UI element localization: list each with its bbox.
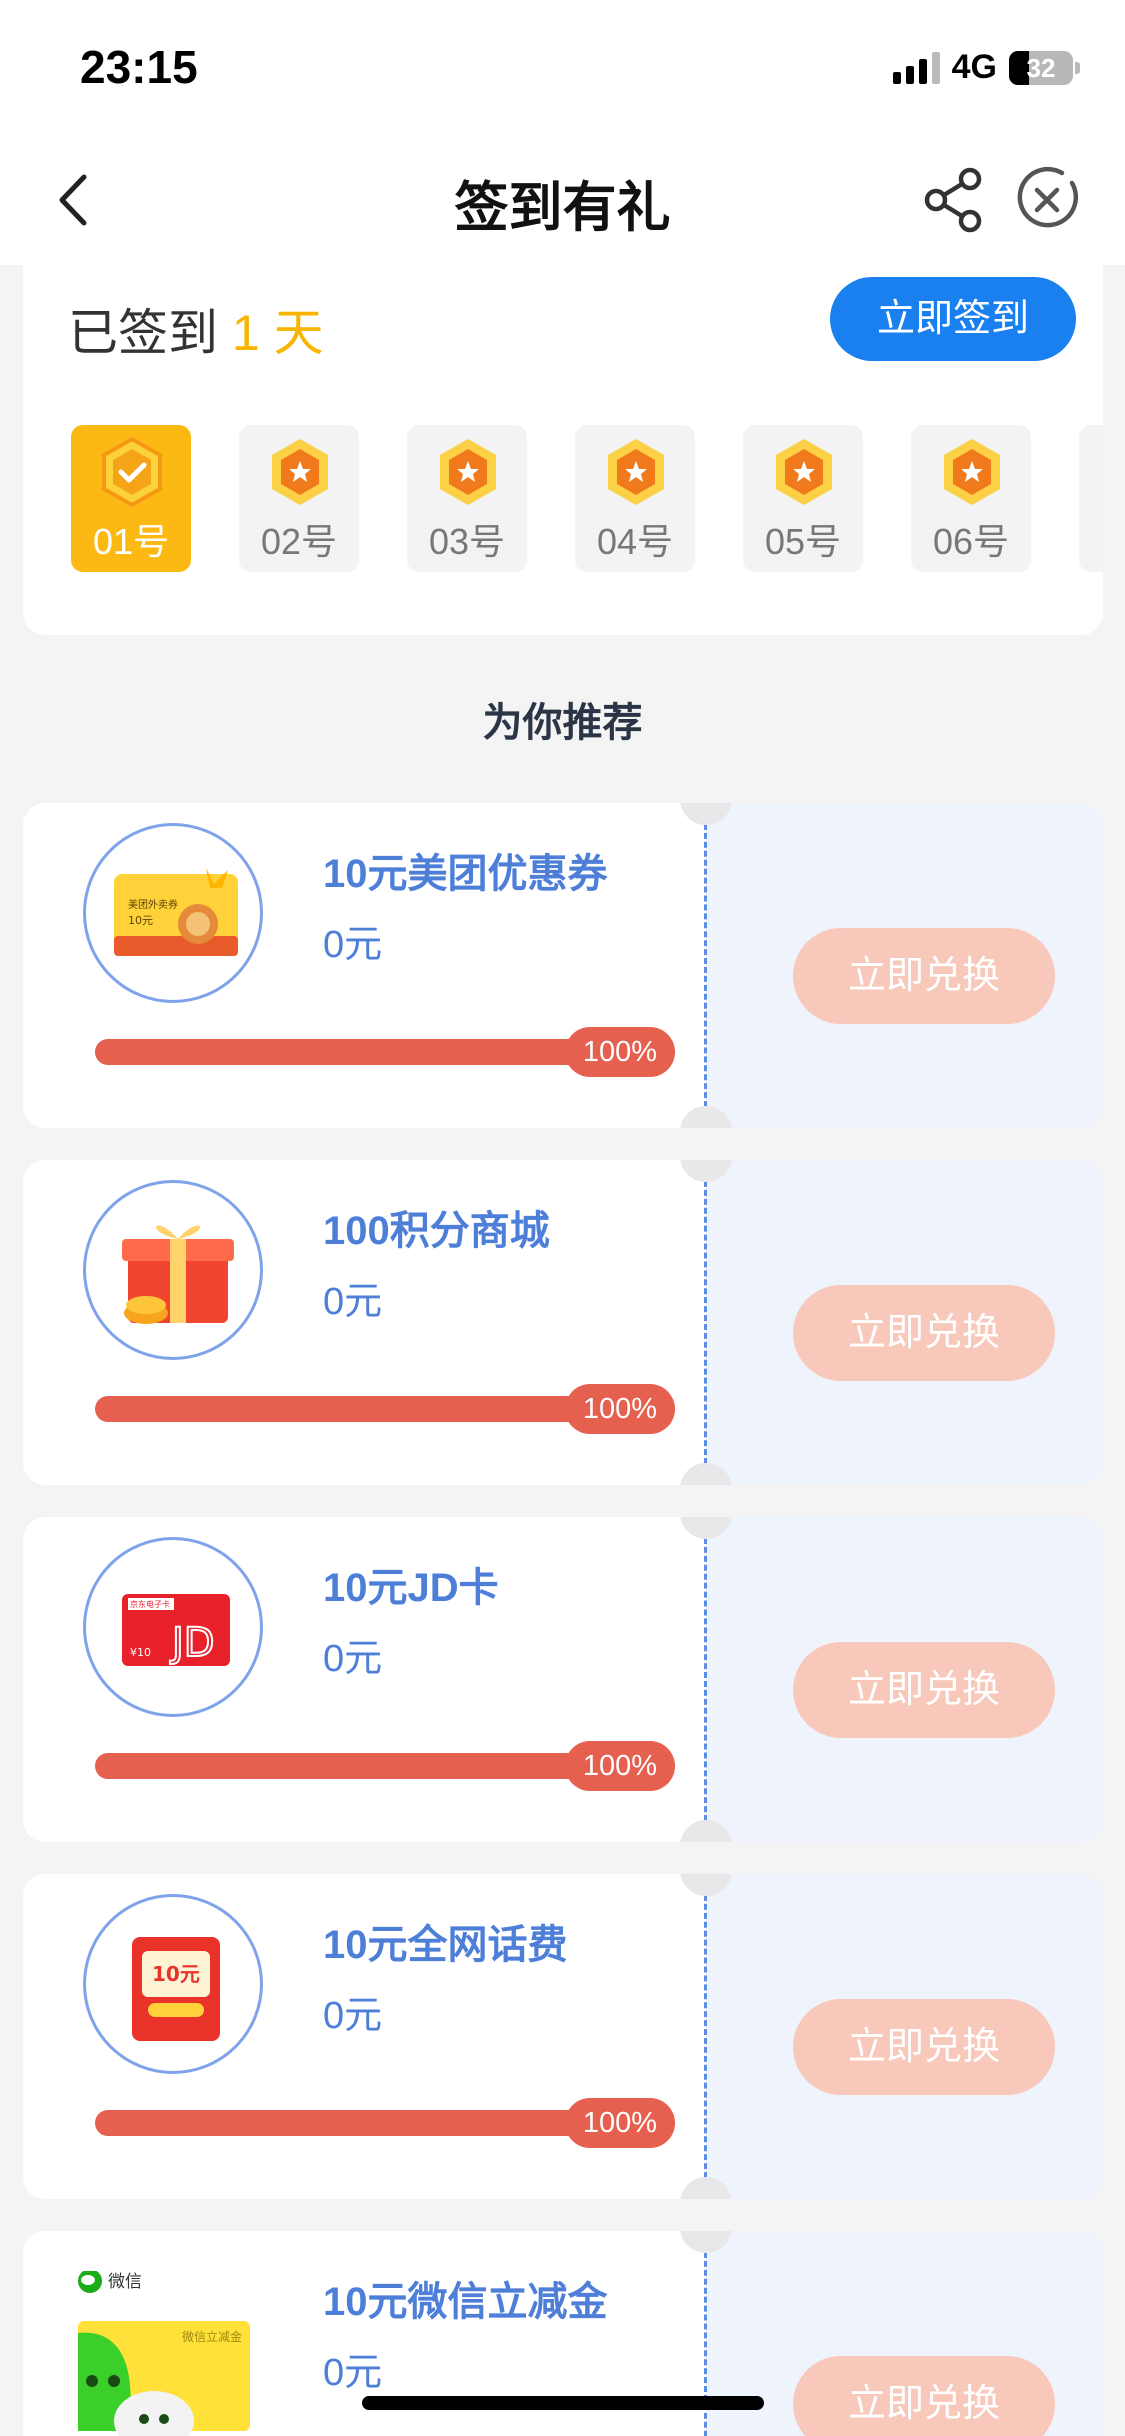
checkin-card: 已签到 1 天 立即签到 01号 02号 03号 04号 05号 06号: [23, 265, 1103, 635]
star-badge-icon: [776, 439, 832, 505]
day-label: 03号: [428, 521, 506, 562]
battery-level: 32: [1026, 52, 1056, 83]
star-badge-icon: [944, 439, 1000, 505]
redeem-button[interactable]: 立即兑换: [793, 2356, 1055, 2436]
status-indicators: 4G 32: [892, 48, 1080, 87]
meituan-coupon-icon: 美团外卖券 10元: [83, 823, 263, 1003]
reward-card: 美团外卖券 10元 10元美团优惠券 0元 100% 立即兑换: [23, 803, 1103, 1128]
wechat-card-text: 微信立减金: [182, 2329, 242, 2344]
star-badge-icon: [440, 439, 496, 505]
day-item-06[interactable]: 06号: [911, 425, 1031, 572]
checkin-days-unit: 天: [273, 305, 324, 361]
day-item-03[interactable]: 03号: [407, 425, 527, 572]
reward-name: 10元微信立减金: [323, 2280, 608, 2324]
day-label: 06号: [932, 521, 1010, 562]
reward-price: 0元: [323, 1995, 383, 2037]
share-icon: [924, 167, 982, 233]
day-item-01[interactable]: 01号: [71, 425, 191, 572]
progress-bar: 100%: [95, 1741, 675, 1791]
jd-amount-text: ¥10: [130, 1646, 151, 1659]
redeem-button[interactable]: 立即兑换: [793, 928, 1055, 1024]
checkin-button[interactable]: 立即签到: [830, 277, 1076, 361]
checkin-status: 已签到 1 天: [68, 293, 324, 365]
checked-badge-icon: [102, 437, 162, 507]
jd-card-icon: 京东电子卡 JD ¥10: [83, 1537, 263, 1717]
close-circle-icon: [1017, 166, 1079, 228]
share-button[interactable]: [920, 165, 990, 235]
progress-bar: 100%: [95, 1027, 675, 1077]
day-item-04[interactable]: 04号: [575, 425, 695, 572]
day-item-02[interactable]: 02号: [239, 425, 359, 572]
meituan-line2-text: 10元: [128, 914, 153, 927]
days-row[interactable]: 01号 02号 03号 04号 05号 06号: [71, 425, 1103, 572]
nav-bar: 签到有礼: [0, 135, 1125, 265]
day-label: 01号: [92, 521, 170, 562]
star-badge-icon: [272, 439, 328, 505]
progress-label: 100%: [564, 1741, 675, 1791]
reward-name: 10元美团优惠券: [323, 852, 608, 896]
meituan-line1-text: 美团外卖券: [128, 898, 178, 911]
reward-price: 0元: [323, 924, 383, 966]
wechat-voucher-icon: 微信 微信立减金: [78, 2269, 278, 2436]
phone-amount-text: 10元: [152, 1962, 200, 1986]
checkin-label: 已签到: [68, 305, 218, 361]
reward-card: 10元 10元全网话费 0元 100% 立即兑换: [23, 1874, 1103, 2199]
network-label: 4G: [951, 48, 997, 86]
wechat-brand-text: 微信: [108, 2272, 142, 2292]
progress-label: 100%: [564, 2098, 675, 2148]
battery-icon: 32: [1009, 50, 1080, 85]
progress-label: 100%: [564, 1384, 675, 1434]
day-label: 05号: [764, 521, 842, 562]
redeem-button[interactable]: 立即兑换: [793, 1642, 1055, 1738]
day-label: 02号: [260, 521, 338, 562]
jd-header-text: 京东电子卡: [130, 1599, 170, 1609]
reward-card: 京东电子卡 JD ¥10 10元JD卡 0元 100% 立即兑换: [23, 1517, 1103, 1842]
close-button[interactable]: [1010, 163, 1084, 237]
checkin-days-value: 1: [231, 305, 260, 361]
reward-price: 0元: [323, 1638, 383, 1680]
reward-name: 10元全网话费: [323, 1923, 568, 1967]
reward-card: 100积分商城 0元 100% 立即兑换: [23, 1160, 1103, 1485]
reward-name: 10元JD卡: [323, 1566, 499, 1610]
reward-price: 0元: [323, 2352, 383, 2394]
day-label: 04号: [596, 521, 674, 562]
star-badge-icon: [608, 439, 664, 505]
redeem-button[interactable]: 立即兑换: [793, 1999, 1055, 2095]
gift-box-icon: [83, 1180, 263, 1360]
day-item-07-partial[interactable]: [1079, 425, 1103, 572]
status-bar: 23:15 4G 32: [0, 0, 1125, 135]
progress-bar: 100%: [95, 2098, 675, 2148]
progress-bar: 100%: [95, 1384, 675, 1434]
home-indicator: [362, 2396, 764, 2410]
redeem-button[interactable]: 立即兑换: [793, 1285, 1055, 1381]
phone-credit-icon: 10元: [83, 1894, 263, 2074]
reward-price: 0元: [323, 1281, 383, 1323]
status-time: 23:15: [80, 41, 198, 93]
progress-label: 100%: [564, 1027, 675, 1077]
reward-name: 100积分商城: [323, 1209, 550, 1253]
recommend-title: 为你推荐: [482, 701, 643, 745]
jd-logo-text: JD: [169, 1620, 215, 1666]
day-item-05[interactable]: 05号: [743, 425, 863, 572]
signal-icon: [892, 51, 940, 84]
